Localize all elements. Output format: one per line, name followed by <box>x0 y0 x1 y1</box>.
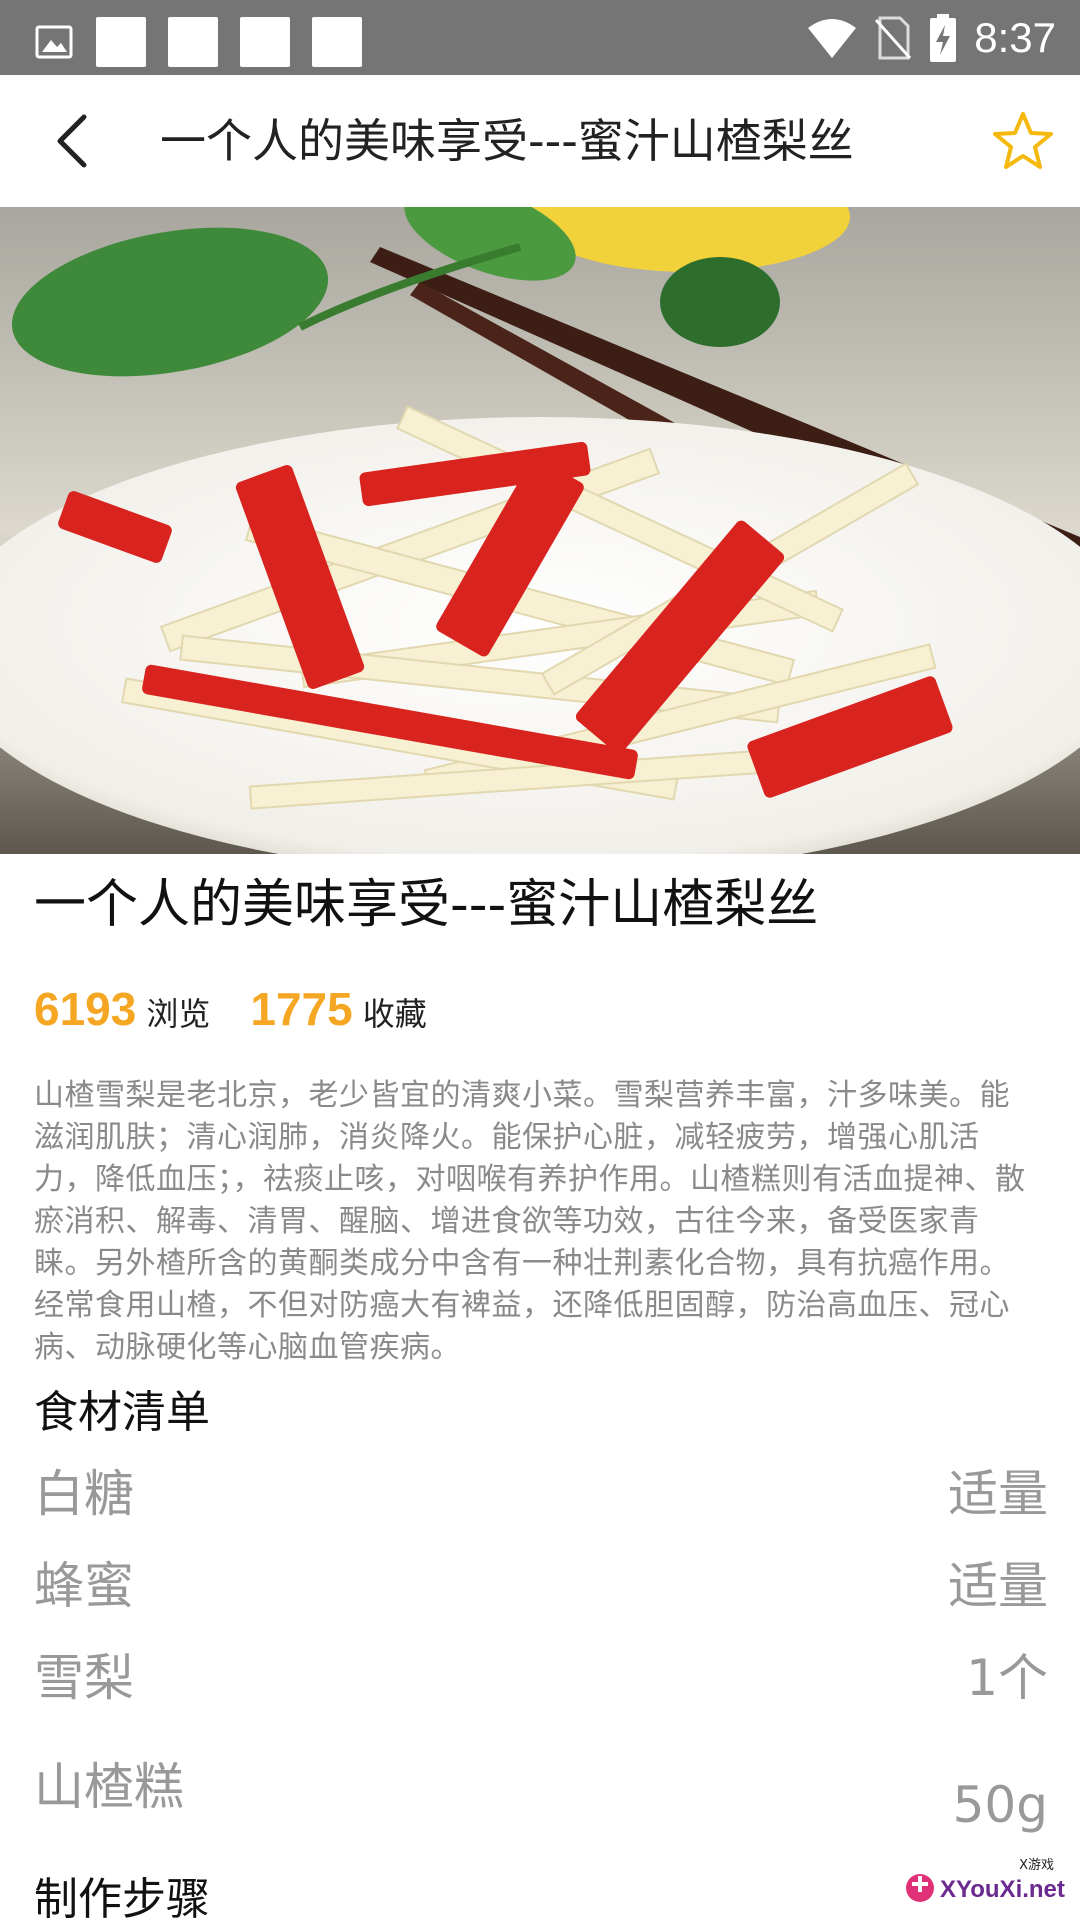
battery-charging-icon <box>930 14 957 62</box>
system-icons: 8:37 <box>806 12 1056 64</box>
recipe-title: 一个人的美味享受---蜜汁山楂梨丝 <box>34 875 819 935</box>
ingredient-amount: 50g <box>952 1776 1048 1834</box>
favorite-count: 1775 <box>250 983 353 1035</box>
no-sim-icon <box>875 16 912 60</box>
ingredient-amount: 适量 <box>948 1557 1048 1615</box>
ingredient-name: 蜂蜜 <box>34 1557 134 1615</box>
ingredient-name: 雪梨 <box>34 1649 134 1707</box>
back-button[interactable] <box>40 109 104 173</box>
recipe-description: 山楂雪梨是老北京，老少皆宜的清爽小菜。雪梨营养丰富，汁多味美。能滋润肌肤；清心润… <box>34 1078 1026 1365</box>
ingredient-name: 山楂糕 <box>34 1758 184 1816</box>
notification-placeholder-icon <box>312 17 362 67</box>
notification-placeholder-icon <box>240 17 290 67</box>
watermark-small-text: X游戏 <box>1019 1858 1054 1873</box>
page-title: 一个人的美味享受---蜜汁山楂梨丝 <box>160 114 854 168</box>
wifi-icon <box>808 19 857 58</box>
ingredient-row: 蜂蜜 适量 <box>34 1551 1048 1621</box>
watermark-logo: X游戏 XYouXi.net <box>898 1852 1068 1912</box>
chevron-left-icon <box>57 114 87 168</box>
watermark-text: XYouXi.net <box>940 1876 1065 1903</box>
pear-salad-photo <box>0 207 1080 854</box>
recipe-hero-image <box>0 207 1080 854</box>
app-bar: 一个人的美味享受---蜜汁山楂梨丝 <box>0 75 1080 208</box>
ingredient-amount: 1个 <box>966 1649 1048 1707</box>
recipe-stats: 6193 浏览 1775 收藏 <box>34 982 467 1042</box>
ingredient-row: 山楂糕 50g <box>34 1752 1048 1834</box>
ingredient-name: 白糖 <box>34 1465 134 1523</box>
favorite-button[interactable] <box>990 108 1056 174</box>
ingredient-row: 白糖 适量 <box>34 1459 1048 1529</box>
ingredients-heading: 食材清单 <box>34 1387 210 1438</box>
notification-placeholder-icon <box>168 17 218 67</box>
favorite-label: 收藏 <box>362 995 427 1033</box>
status-time: 8:37 <box>974 14 1056 61</box>
star-outline-icon <box>993 112 1053 169</box>
view-label: 浏览 <box>146 995 211 1033</box>
notification-placeholder-icon <box>96 17 146 67</box>
status-bar: 8:37 <box>0 0 1080 75</box>
ingredient-row: 雪梨 1个 <box>34 1643 1048 1713</box>
ingredient-amount: 适量 <box>948 1465 1048 1523</box>
image-notification-icon <box>35 25 73 59</box>
view-count: 6193 <box>34 983 137 1035</box>
steps-heading: 制作步骤 <box>34 1874 210 1925</box>
notification-icons <box>34 17 362 67</box>
